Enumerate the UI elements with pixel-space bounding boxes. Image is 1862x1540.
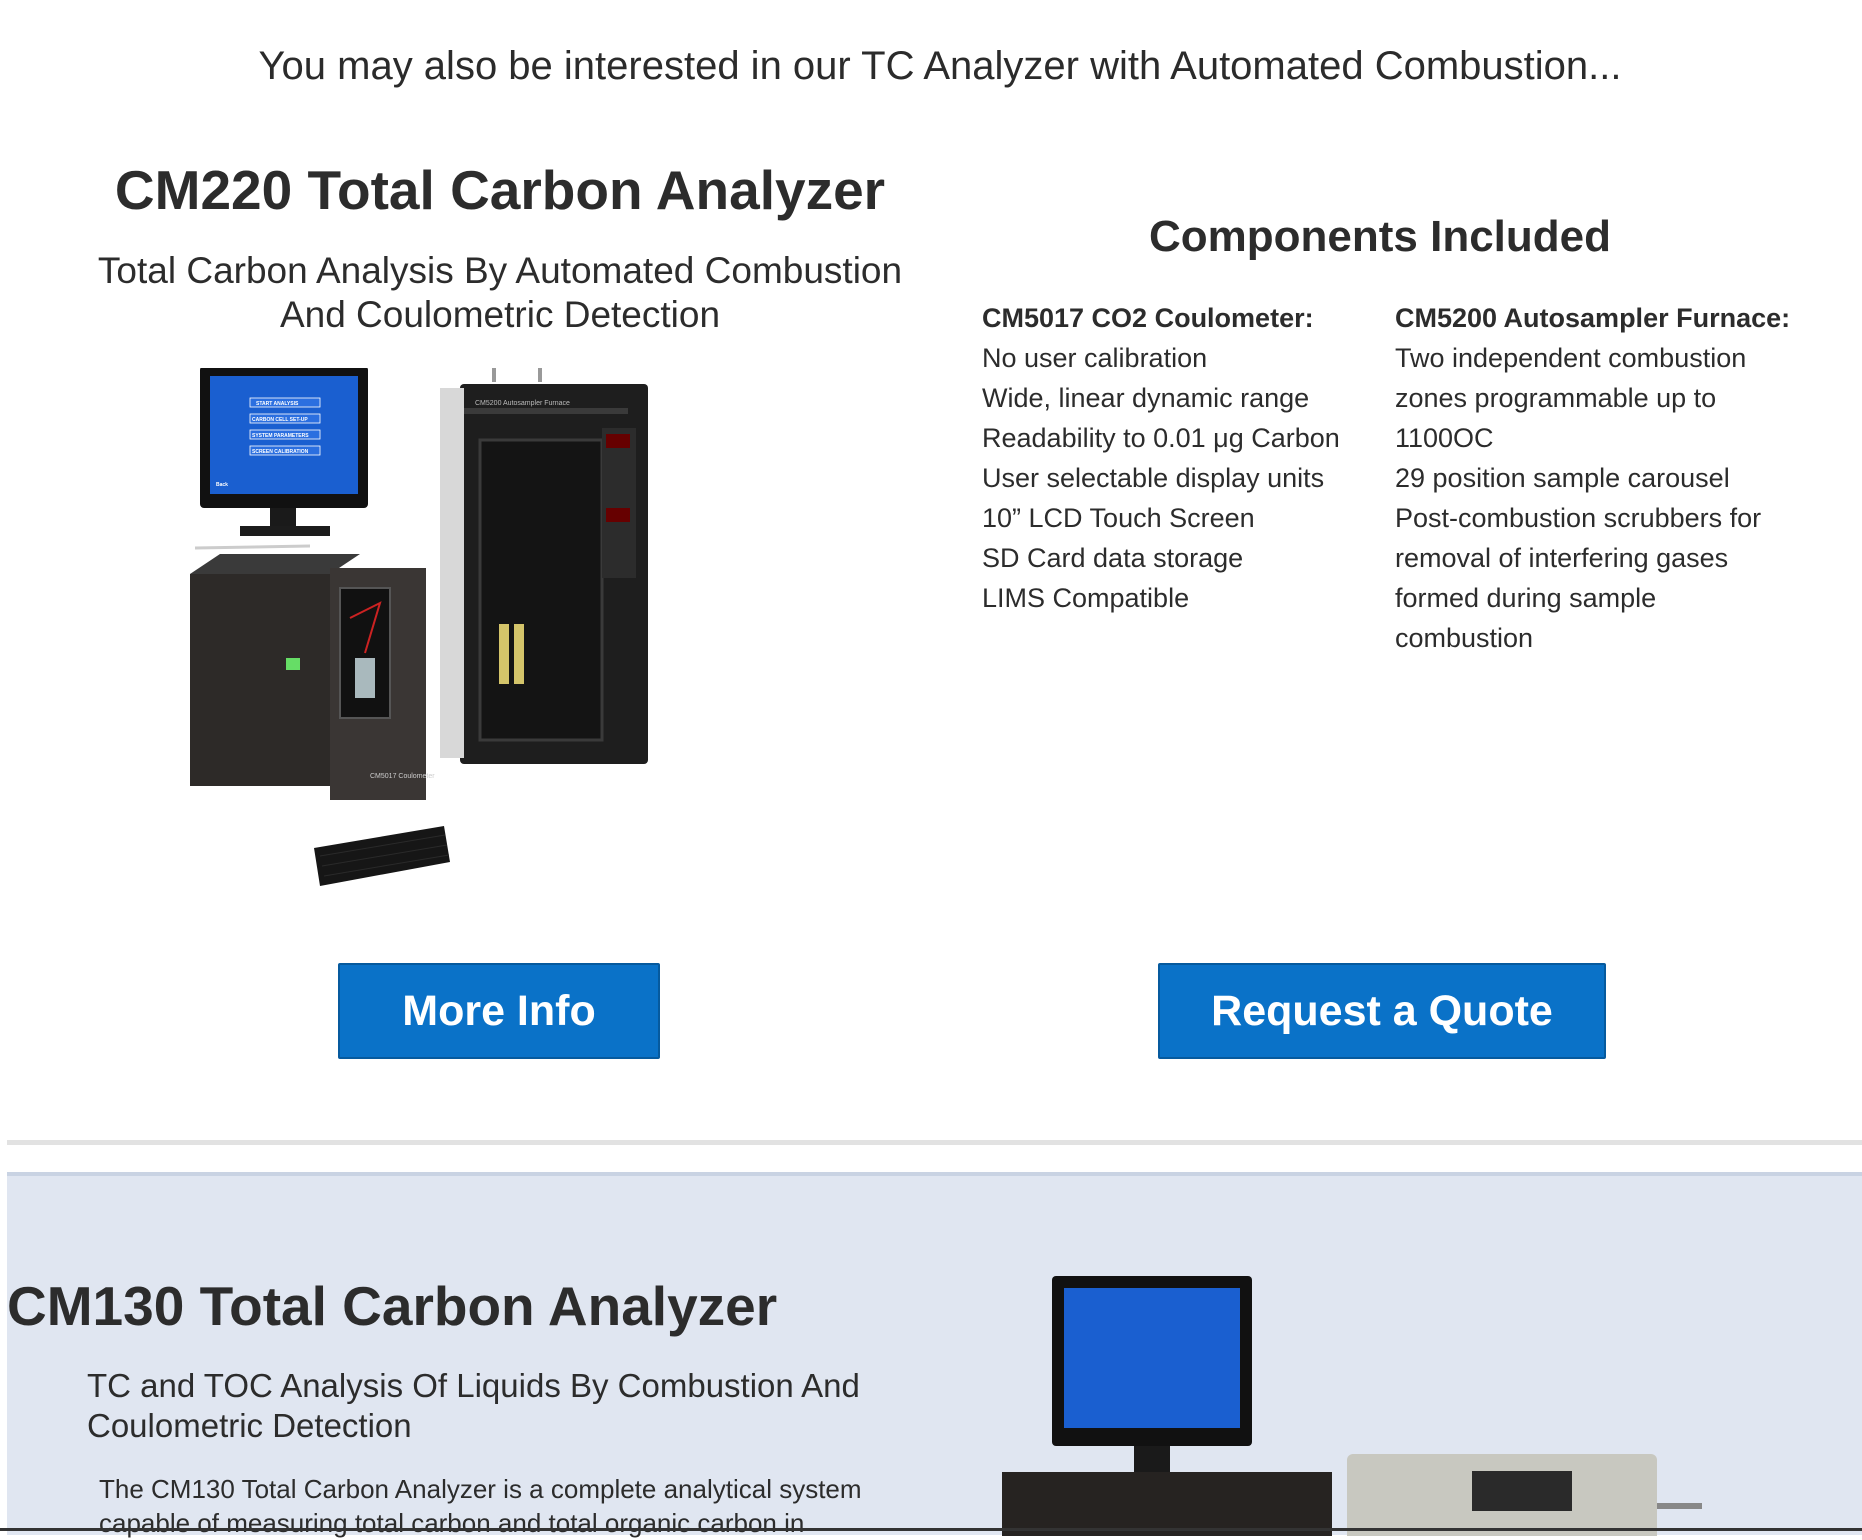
monitor-screen <box>1064 1288 1240 1428</box>
furnace-feature-list: Two independent combustion zones program… <box>1395 338 1795 658</box>
screen-menu-setup: CARBON CELL SET-UP <box>252 417 308 423</box>
list-item: Readability to 0.01 μg Carbon <box>982 423 1340 453</box>
list-item: SD Card data storage <box>982 543 1244 573</box>
coulometer-left <box>190 574 330 786</box>
intro-text: You may also be interested in our TC Ana… <box>258 44 1622 88</box>
furnace-panel <box>602 428 636 578</box>
coulometer-spec-column: CM5017 CO2 Coulometer: No user calibrati… <box>982 298 1382 618</box>
furnace-tube <box>499 624 509 684</box>
more-info-button[interactable]: More Info <box>338 963 660 1059</box>
list-item: formed during sample <box>1395 583 1657 613</box>
list-item: Post-combustion scrubbers for <box>1395 503 1762 533</box>
coulometer-feature-list: No user calibration Wide, linear dynamic… <box>982 338 1382 618</box>
cm130-title: CM130 Total Carbon Analyzer <box>7 1275 778 1337</box>
list-item: LIMS Compatible <box>982 583 1190 613</box>
screen-menu-params: SYSTEM PARAMETERS <box>252 433 309 439</box>
list-item: User selectable display units <box>982 463 1325 493</box>
furnace-slot <box>1472 1471 1572 1511</box>
list-item: Two independent combustion <box>1395 343 1747 373</box>
cell-glass <box>355 658 375 698</box>
cm130-subtitle: TC and TOC Analysis Of Liquids By Combus… <box>87 1367 860 1444</box>
furnace-heading: CM5200 Autosampler Furnace: <box>1395 303 1791 333</box>
list-item: removal of interfering gases <box>1395 543 1729 573</box>
furnace-label: CM5200 Autosampler Furnace <box>475 400 570 407</box>
screen-menu-start: START ANALYSIS <box>256 401 299 407</box>
list-item: 29 position sample carousel <box>1395 463 1730 493</box>
coulometer-label: CM5017 Coulometer <box>370 773 435 780</box>
cm220-subtitle: Total Carbon Analysis By Automated Combu… <box>97 249 903 335</box>
request-quote-button[interactable]: Request a Quote <box>1158 963 1606 1059</box>
cm220-title: CM220 Total Carbon Analyzer <box>114 159 886 221</box>
screen-back: Back <box>216 482 228 488</box>
list-item: 10” LCD Touch Screen <box>982 503 1255 533</box>
list-item: 1100OC <box>1395 423 1494 453</box>
list-item: Wide, linear dynamic range <box>982 383 1310 413</box>
list-item: zones programmable up to <box>1395 383 1717 413</box>
furnace-handle <box>492 368 542 382</box>
list-item: combustion <box>1395 623 1534 653</box>
screen-menu-calib: SCREEN CALIBRATION <box>252 449 309 455</box>
cm220-product-image: CM5200 Autosampler Furnace CM5017 Coulom… <box>190 368 648 886</box>
coulometer-body <box>1002 1472 1332 1536</box>
section-divider <box>7 1140 1862 1145</box>
furnace-door <box>478 438 604 742</box>
furnace-side <box>440 388 464 758</box>
furnace-spec-column: CM5200 Autosampler Furnace: Two independ… <box>1395 298 1795 658</box>
coulometer-heading: CM5017 CO2 Coulometer: <box>982 303 1314 333</box>
cm130-section: CM130 Total Carbon Analyzer TC and TOC A… <box>7 1172 1862 1538</box>
cm130-product-image <box>1002 1276 1702 1536</box>
list-item: No user calibration <box>982 343 1208 373</box>
usb-port <box>286 658 300 670</box>
cm220-header: CM220 Total Carbon Analyzer Total Carbon… <box>0 160 1000 337</box>
components-title: Components Included <box>1149 212 1611 261</box>
